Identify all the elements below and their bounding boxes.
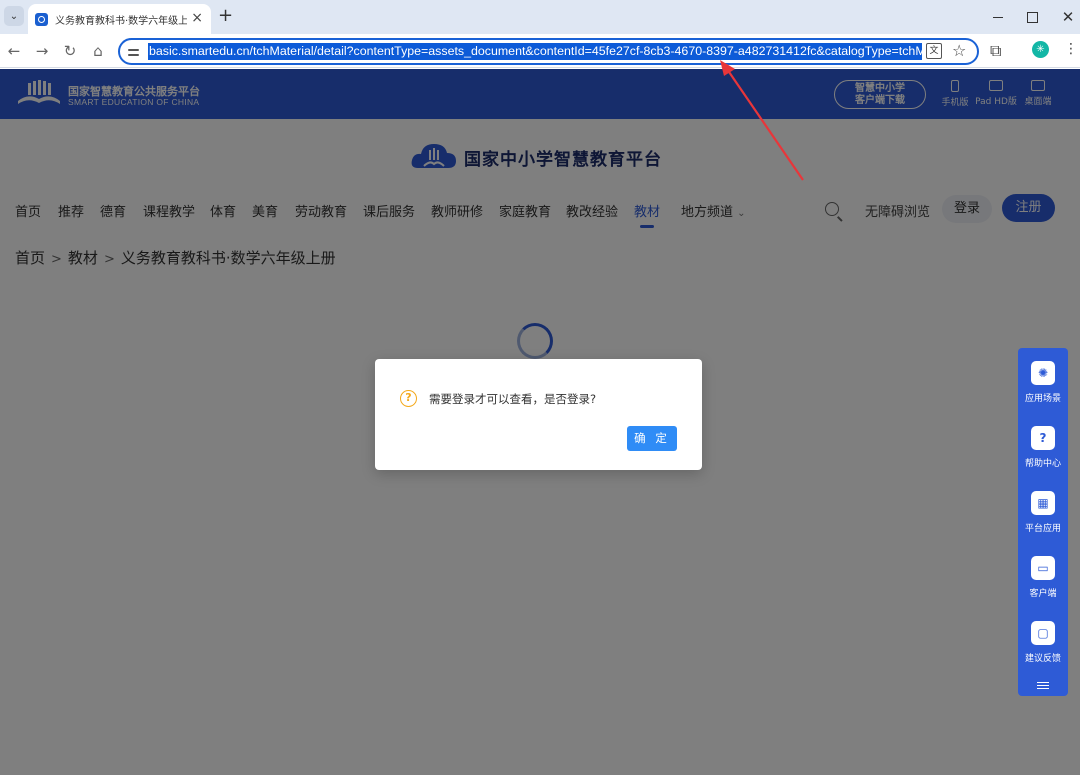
- profile-avatar-icon[interactable]: ✳: [1032, 41, 1049, 58]
- side-item-feedback[interactable]: ▢ 建议反馈: [1018, 621, 1068, 664]
- app-scene-icon: ✺: [1031, 361, 1055, 385]
- side-item-label: 应用场景: [1024, 394, 1061, 404]
- address-bar[interactable]: basic.smartedu.cn/tchMaterial/detail?con…: [118, 38, 979, 65]
- question-warning-icon: ?: [400, 390, 417, 407]
- translate-icon[interactable]: 文: [926, 43, 942, 59]
- confirm-button[interactable]: 确 定: [627, 426, 677, 451]
- login-confirm-dialog: ? 需要登录才可以查看，是否登录? 确 定: [375, 359, 702, 470]
- back-arrow-icon[interactable]: ←: [5, 42, 23, 60]
- tab-close-icon[interactable]: ×: [191, 11, 203, 25]
- collapse-menu-icon[interactable]: [1037, 682, 1049, 691]
- browser-tab[interactable]: 义务教育教科书·数学六年级上册 ×: [28, 4, 211, 34]
- browser-tab-strip: ⌄ 义务教育教科书·数学六年级上册 × + ✕: [0, 0, 1080, 34]
- browser-menu-icon[interactable]: ⋮: [1064, 42, 1078, 56]
- tab-title: 义务教育教科书·数学六年级上册: [55, 15, 187, 27]
- url-text-selected[interactable]: basic.smartedu.cn/tchMaterial/detail?con…: [148, 43, 922, 60]
- feedback-chat-icon: ▢: [1031, 621, 1055, 645]
- window-close-button[interactable]: ✕: [1058, 7, 1078, 27]
- forward-arrow-icon[interactable]: →: [33, 42, 51, 60]
- window-maximize-button[interactable]: [1022, 7, 1042, 27]
- help-icon: ?: [1031, 426, 1055, 450]
- side-item-client[interactable]: ▭ 客户端: [1018, 556, 1068, 599]
- side-item-label: 建议反馈: [1024, 654, 1061, 664]
- side-item-label: 帮助中心: [1024, 459, 1061, 469]
- site-info-icon[interactable]: [126, 44, 142, 60]
- window-minimize-button[interactable]: [988, 7, 1008, 27]
- side-item-label: 客户端: [1029, 589, 1057, 599]
- side-item-scenarios[interactable]: ✺ 应用场景: [1018, 361, 1068, 404]
- extensions-icon[interactable]: ⧉: [990, 41, 1001, 61]
- site-favicon-icon: [35, 12, 48, 26]
- tab-search-button[interactable]: ⌄: [4, 6, 24, 26]
- home-icon[interactable]: ⌂: [89, 42, 107, 60]
- new-tab-button[interactable]: +: [218, 6, 233, 26]
- grid-apps-icon: ▦: [1031, 491, 1055, 515]
- side-item-apps[interactable]: ▦ 平台应用: [1018, 491, 1068, 534]
- reload-icon[interactable]: ↻: [61, 42, 79, 60]
- bookmark-star-icon[interactable]: ☆: [952, 41, 966, 60]
- floating-side-panel: ✺ 应用场景 ? 帮助中心 ▦ 平台应用 ▭ 客户端 ▢ 建议反馈: [1018, 348, 1068, 696]
- dialog-message: 需要登录才可以查看，是否登录?: [429, 392, 597, 406]
- client-monitor-icon: ▭: [1031, 556, 1055, 580]
- side-item-label: 平台应用: [1024, 524, 1061, 534]
- chevron-down-icon: ⌄: [9, 10, 19, 22]
- side-item-help[interactable]: ? 帮助中心: [1018, 426, 1068, 469]
